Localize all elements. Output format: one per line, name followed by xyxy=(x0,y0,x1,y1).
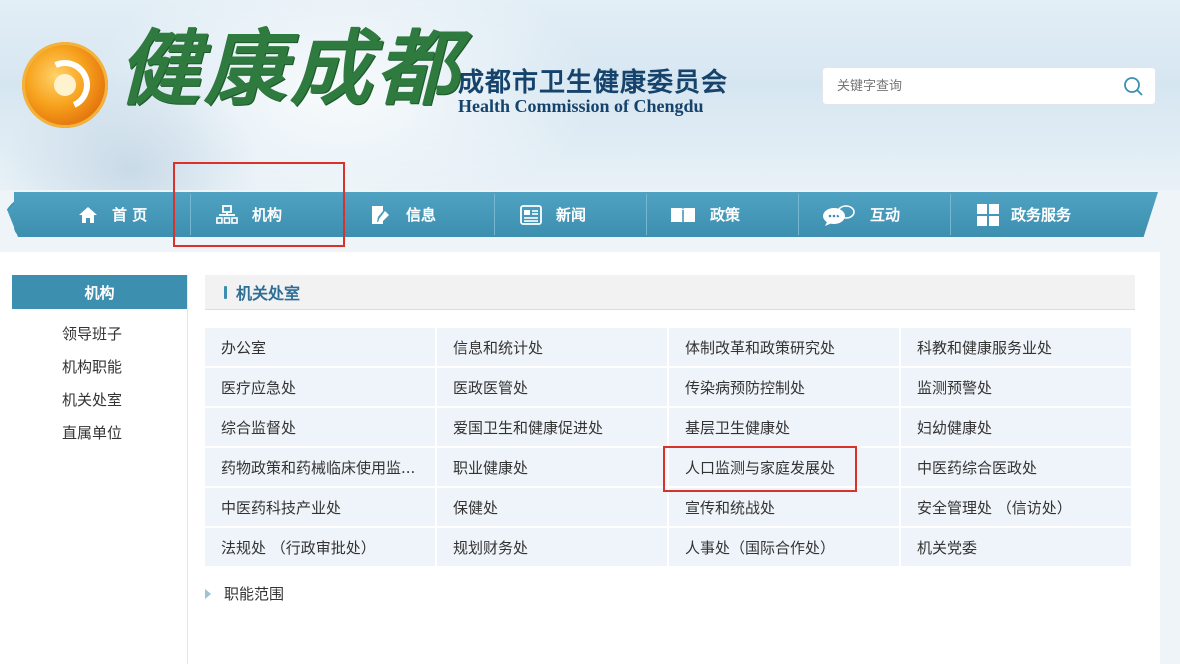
department-link[interactable]: 体制改革和政策研究处 xyxy=(669,328,899,366)
nav-label: 互动 xyxy=(870,206,901,224)
section-marker xyxy=(224,285,227,299)
logo-emblem-icon[interactable] xyxy=(22,42,108,128)
department-link[interactable]: 医政医管处 xyxy=(437,368,667,406)
nav-divider xyxy=(798,194,799,235)
department-link[interactable]: 办公室 xyxy=(205,328,435,366)
chat-icon xyxy=(823,204,855,226)
sidebar-item-functions[interactable]: 机构职能 xyxy=(62,351,187,384)
sidebar-list: 领导班子 机构职能 机关处室 直属单位 xyxy=(12,309,187,450)
edit-doc-icon xyxy=(372,205,389,224)
grid-icon xyxy=(977,203,999,226)
nav-label: 首 页 xyxy=(112,206,148,224)
department-link[interactable]: 医疗应急处 xyxy=(205,368,435,406)
scope-link-label: 职能范围 xyxy=(224,585,285,603)
department-link[interactable]: 中医药综合医政处 xyxy=(901,448,1131,486)
sidebar-item-affiliated-units[interactable]: 直属单位 xyxy=(62,417,187,450)
department-link[interactable]: 药物政策和药械临床使用监... xyxy=(205,448,435,486)
table-row: 法规处 （行政审批处） 规划财务处 人事处（国际合作处） 机关党委 xyxy=(205,528,1131,568)
nav-divider xyxy=(646,194,647,235)
table-row: 医疗应急处 医政医管处 传染病预防控制处 监测预警处 xyxy=(205,368,1131,408)
department-link[interactable]: 安全管理处 （信访处） xyxy=(901,488,1131,526)
sidebar-item-leadership[interactable]: 领导班子 xyxy=(62,318,187,351)
search-icon[interactable] xyxy=(1123,76,1143,96)
nav-item-info[interactable]: 信息 xyxy=(370,192,436,237)
nav-label: 政策 xyxy=(710,206,741,224)
nav-divider xyxy=(494,194,495,235)
sidebar-title: 机构 xyxy=(12,275,187,309)
department-link[interactable]: 人事处（国际合作处） xyxy=(669,528,899,566)
department-link[interactable]: 爱国卫生和健康促进处 xyxy=(437,408,667,446)
search-input[interactable] xyxy=(837,76,1117,96)
department-link[interactable]: 妇幼健康处 xyxy=(901,408,1131,446)
annotation-highlight-box xyxy=(173,162,345,247)
sidebar-item-departments[interactable]: 机关处室 xyxy=(62,384,187,417)
home-icon xyxy=(79,206,97,223)
sidebar: 机构 领导班子 机构职能 机关处室 直属单位 xyxy=(12,275,188,664)
nav-item-home[interactable]: 首 页 xyxy=(78,192,147,237)
department-link[interactable]: 监测预警处 xyxy=(901,368,1131,406)
department-link[interactable]: 信息和统计处 xyxy=(437,328,667,366)
department-link[interactable]: 基层卫生健康处 xyxy=(669,408,899,446)
department-link[interactable]: 科教和健康服务业处 xyxy=(901,328,1131,366)
scope-link[interactable]: 职能范围 xyxy=(205,583,284,604)
org-name-en: Health Commission of Chengdu xyxy=(458,96,704,116)
nav-item-news[interactable]: 新闻 xyxy=(520,192,586,237)
department-link[interactable]: 中医药科技产业处 xyxy=(205,488,435,526)
annotation-highlight-box xyxy=(663,446,857,492)
table-row: 办公室 信息和统计处 体制改革和政策研究处 科教和健康服务业处 xyxy=(205,328,1131,368)
nav-item-gov-service[interactable]: 政务服务 xyxy=(977,192,1071,237)
department-link[interactable]: 宣传和统战处 xyxy=(669,488,899,526)
newspaper-icon xyxy=(520,204,542,225)
department-link[interactable]: 保健处 xyxy=(437,488,667,526)
department-link[interactable]: 机关党委 xyxy=(901,528,1131,566)
org-name-cn: 成都市卫生健康委员会 xyxy=(458,68,729,98)
search-box[interactable] xyxy=(822,67,1156,105)
nav-item-interaction[interactable]: 互动 xyxy=(822,192,900,237)
nav-item-policy[interactable]: 政策 xyxy=(670,192,740,237)
department-link[interactable]: 职业健康处 xyxy=(437,448,667,486)
site-logo-text[interactable]: 健康成都 xyxy=(118,14,462,124)
department-link[interactable]: 传染病预防控制处 xyxy=(669,368,899,406)
nav-label: 信息 xyxy=(406,206,437,224)
nav-label: 新闻 xyxy=(556,206,587,224)
department-link[interactable]: 规划财务处 xyxy=(437,528,667,566)
section-title: 机关处室 xyxy=(236,284,301,303)
book-icon xyxy=(671,207,695,224)
nav-right-wing xyxy=(1122,192,1158,237)
department-link[interactable]: 综合监督处 xyxy=(205,408,435,446)
nav-divider xyxy=(950,194,951,235)
table-row: 中医药科技产业处 保健处 宣传和统战处 安全管理处 （信访处） xyxy=(205,488,1131,528)
department-link[interactable]: 法规处 （行政审批处） xyxy=(205,528,435,566)
nav-label: 政务服务 xyxy=(1011,206,1072,224)
table-row: 综合监督处 爱国卫生和健康促进处 基层卫生健康处 妇幼健康处 xyxy=(205,408,1131,448)
section-header: 机关处室 xyxy=(205,275,1135,310)
triangle-right-icon xyxy=(205,588,211,599)
